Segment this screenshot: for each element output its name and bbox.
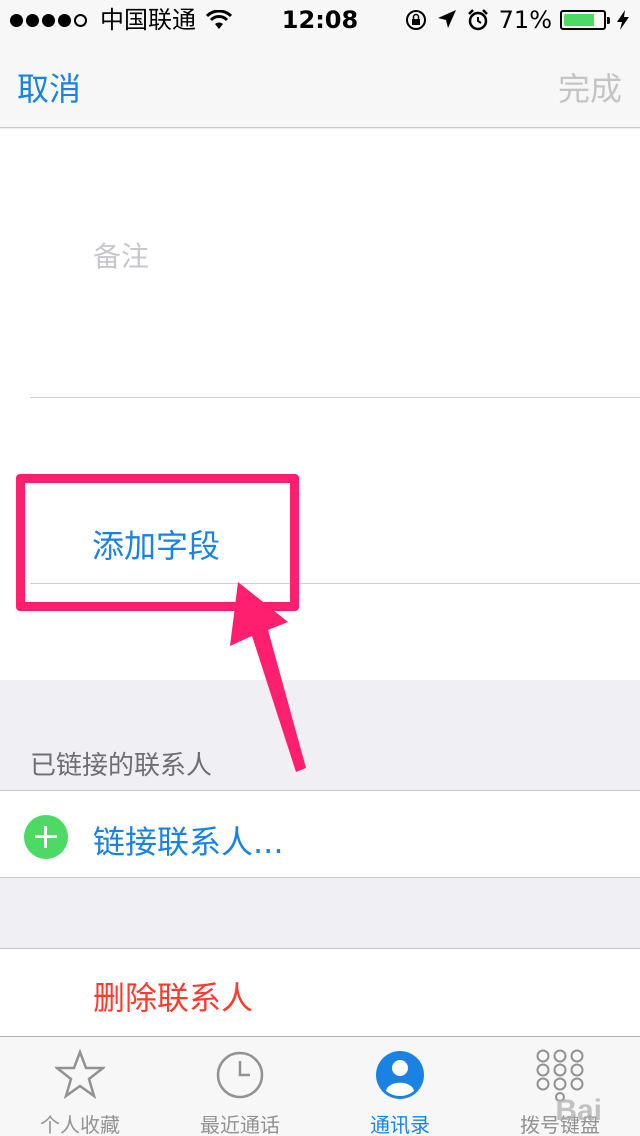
cancel-button[interactable]: 取消: [17, 64, 81, 110]
tab-label: 通讯录: [370, 1113, 430, 1136]
tab-favorites[interactable]: 个人收藏: [0, 1037, 160, 1136]
add-circle-icon[interactable]: [24, 815, 68, 859]
status-bar: 中国联通 12:08 71%: [0, 0, 640, 40]
tab-bar: 个人收藏 最近通话 通讯录 拨号键盘 Bai: [0, 1036, 640, 1136]
clock-icon: [216, 1051, 264, 1099]
linked-contacts-header: 已链接的联系人: [30, 751, 213, 781]
contacts-icon: [376, 1051, 424, 1099]
nav-bar: 取消 完成: [0, 40, 640, 128]
tab-recents[interactable]: 最近通话: [160, 1037, 320, 1136]
charging-bolt-icon: [617, 10, 629, 30]
battery-tip: [607, 17, 610, 24]
battery-percent: 71%: [498, 6, 552, 34]
orientation-lock-icon: [405, 10, 426, 30]
done-button[interactable]: 完成: [558, 64, 622, 110]
star-icon: [55, 1049, 105, 1100]
battery-icon: [560, 10, 610, 30]
watermark: Bai: [555, 1094, 602, 1127]
tab-contacts[interactable]: 通讯录: [320, 1037, 480, 1136]
divider: [30, 397, 640, 398]
link-contact-label: 链接联系人...: [93, 823, 284, 861]
tab-label: 最近通话: [200, 1113, 280, 1136]
tab-label: 个人收藏: [40, 1113, 120, 1136]
link-contact-row[interactable]: 链接联系人...: [0, 790, 640, 878]
status-right: 71%: [395, 0, 630, 40]
alarm-icon: [467, 9, 488, 31]
notes-field[interactable]: 备注: [93, 235, 149, 275]
highlight-annotation-box: [16, 474, 299, 611]
delete-contact-row[interactable]: 删除联系人: [0, 948, 640, 1036]
battery-fill: [564, 14, 594, 26]
delete-contact-button[interactable]: 删除联系人: [93, 973, 253, 1019]
location-icon: [437, 10, 456, 28]
